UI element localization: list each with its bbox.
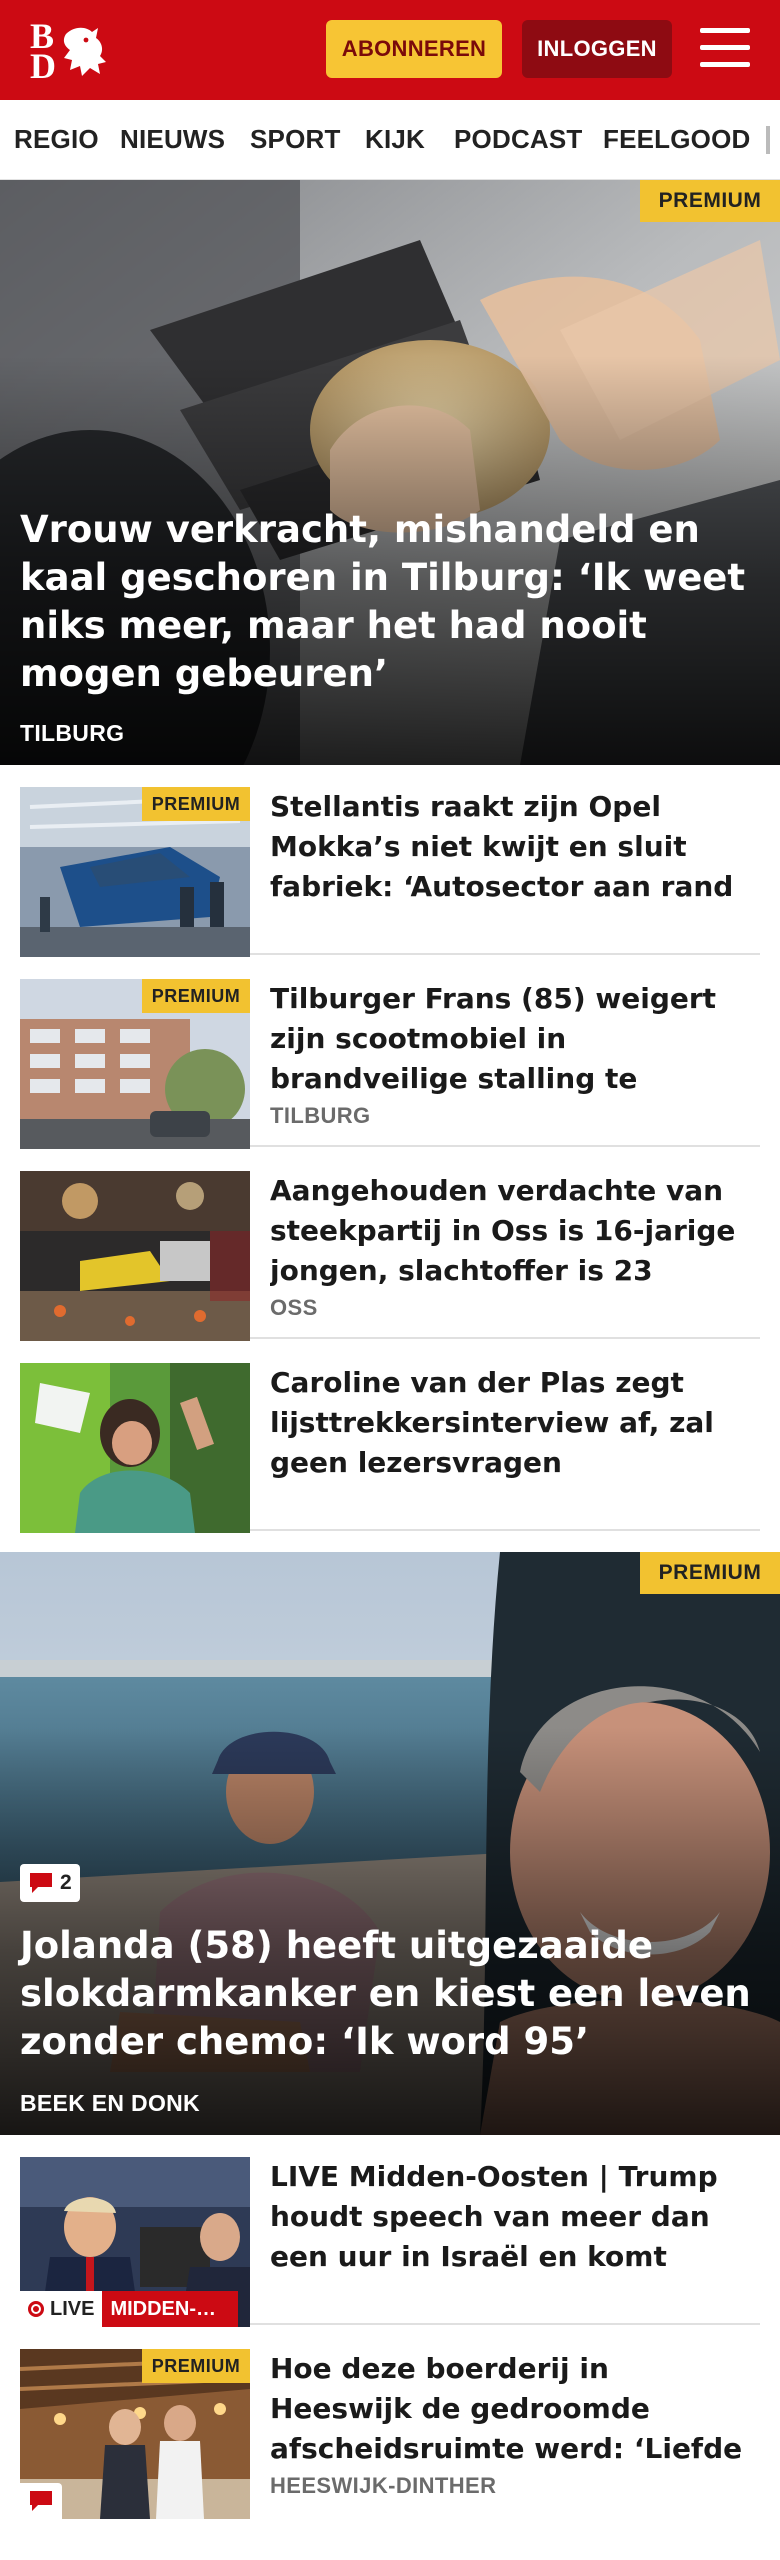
nav-item-nieuws[interactable]: NIEUWS <box>120 124 225 155</box>
premium-badge: PREMIUM <box>640 1552 780 1594</box>
article-thumbnail <box>20 1171 250 1341</box>
hero-location: BEEK EN DONK <box>20 2090 200 2116</box>
article-item-live[interactable]: LIVE MIDDEN-… LIVE Midden-Oosten | Trump… <box>20 2135 760 2327</box>
nav-overflow-indicator <box>766 126 770 154</box>
article-thumbnail <box>20 1363 250 1533</box>
premium-badge: PREMIUM <box>142 2349 250 2383</box>
article-thumbnail: PREMIUM <box>20 979 250 1149</box>
live-tag: LIVE MIDDEN-… <box>20 2291 239 2327</box>
site-logo[interactable]: B D <box>26 18 116 84</box>
logo-letter-d: D <box>30 46 56 86</box>
article-thumbnail: PREMIUM <box>20 787 250 957</box>
comment-icon <box>30 1873 52 1893</box>
menu-icon[interactable] <box>700 26 752 70</box>
comment-badge[interactable] <box>20 2483 62 2519</box>
hero-article-1[interactable]: PREMIUM Vrouw verkracht, mishandeld en k… <box>0 180 780 765</box>
subscribe-button[interactable]: ABONNEREN <box>326 20 502 78</box>
login-button[interactable]: INLOGGEN <box>522 20 672 78</box>
article-headline[interactable]: LIVE Midden-Oosten | Trump houdt speech … <box>270 2157 750 2277</box>
article-headline[interactable]: Tilburger Frans (85) weigert zijn scootm… <box>270 979 750 1099</box>
premium-badge: PREMIUM <box>142 787 250 821</box>
nav-item-sport[interactable]: SPORT <box>250 124 341 155</box>
article-item[interactable]: Aangehouden verdachte van steekpartij in… <box>20 1149 760 1341</box>
nav-item-kijk[interactable]: KIJK <box>365 124 425 155</box>
live-indicator: LIVE <box>20 2291 103 2327</box>
article-item[interactable]: PREMIUM Hoe deze boerderij in Heeswijk d… <box>20 2327 760 2519</box>
article-item[interactable]: PREMIUM Tilburger Frans (85) weigert zij… <box>20 957 760 1149</box>
article-headline[interactable]: Hoe deze boerderij in Heeswijk de gedroo… <box>270 2349 750 2469</box>
hero-title[interactable]: Jolanda (58) heeft uitgezaaide slokdarmk… <box>20 1922 760 2066</box>
article-headline[interactable]: Caroline van der Plas zegt lijsttrekkers… <box>270 1363 750 1483</box>
live-label: LIVE <box>50 2297 95 2320</box>
article-headline[interactable]: Aangehouden verdachte van steekpartij in… <box>270 1171 750 1291</box>
premium-badge: PREMIUM <box>142 979 250 1013</box>
article-location: HEESWIJK-DINTHER <box>270 2473 497 2498</box>
article-headline[interactable]: Stellantis raakt zijn Opel Mokka’s niet … <box>270 787 750 907</box>
nav-item-podcast[interactable]: PODCAST <box>454 124 583 155</box>
live-dot-icon <box>28 2301 44 2317</box>
section-nav: REGIO NIEUWS SPORT KIJK PODCAST FEELGOOD <box>0 100 780 180</box>
site-header: B D ABONNEREN INLOGGEN <box>0 0 780 100</box>
nav-item-feelgood[interactable]: FEELGOOD <box>603 124 751 155</box>
premium-badge: PREMIUM <box>640 180 780 222</box>
article-location: OSS <box>270 1295 318 1320</box>
comment-icon <box>30 2491 52 2511</box>
live-topic: MIDDEN-… <box>102 2291 239 2327</box>
comment-count: 2 <box>60 1871 72 1894</box>
hero-title[interactable]: Vrouw verkracht, mishandeld en kaal gesc… <box>20 506 760 698</box>
article-item[interactable]: Caroline van der Plas zegt lijsttrekkers… <box>20 1341 760 1533</box>
comment-count-badge[interactable]: 2 <box>20 1864 80 1902</box>
lion-emblem-icon <box>63 27 106 76</box>
article-thumbnail: PREMIUM <box>20 2349 250 2519</box>
nav-item-regio[interactable]: REGIO <box>14 124 99 155</box>
hero-article-2[interactable]: PREMIUM 2 Jolanda (58) heeft uitgezaaide… <box>0 1552 780 2135</box>
article-thumbnail: LIVE MIDDEN-… <box>20 2157 250 2327</box>
hero-location: TILBURG <box>20 720 125 746</box>
article-item[interactable]: PREMIUM Stellantis raakt zijn Opel Mokka… <box>20 765 760 957</box>
article-location: TILBURG <box>270 1103 371 1128</box>
